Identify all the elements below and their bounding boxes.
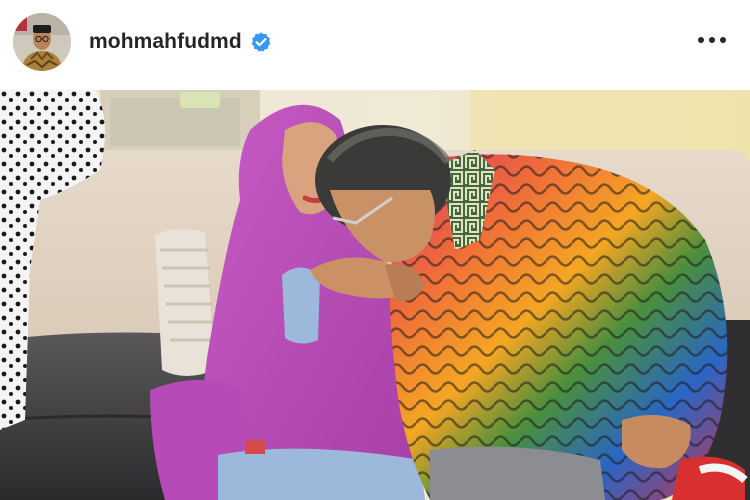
more-options-button[interactable] xyxy=(694,28,730,52)
avatar[interactable] xyxy=(13,13,71,71)
post-photo[interactable] xyxy=(0,90,750,500)
username[interactable]: mohmahfudmd xyxy=(89,30,242,54)
post-header: mohmahfudmd xyxy=(0,0,750,84)
avatar-image xyxy=(13,13,71,71)
more-options-icon xyxy=(698,37,726,43)
verified-badge-icon xyxy=(250,31,272,53)
photo-scene xyxy=(0,90,750,500)
instagram-post: mohmahfudmd xyxy=(0,0,750,500)
